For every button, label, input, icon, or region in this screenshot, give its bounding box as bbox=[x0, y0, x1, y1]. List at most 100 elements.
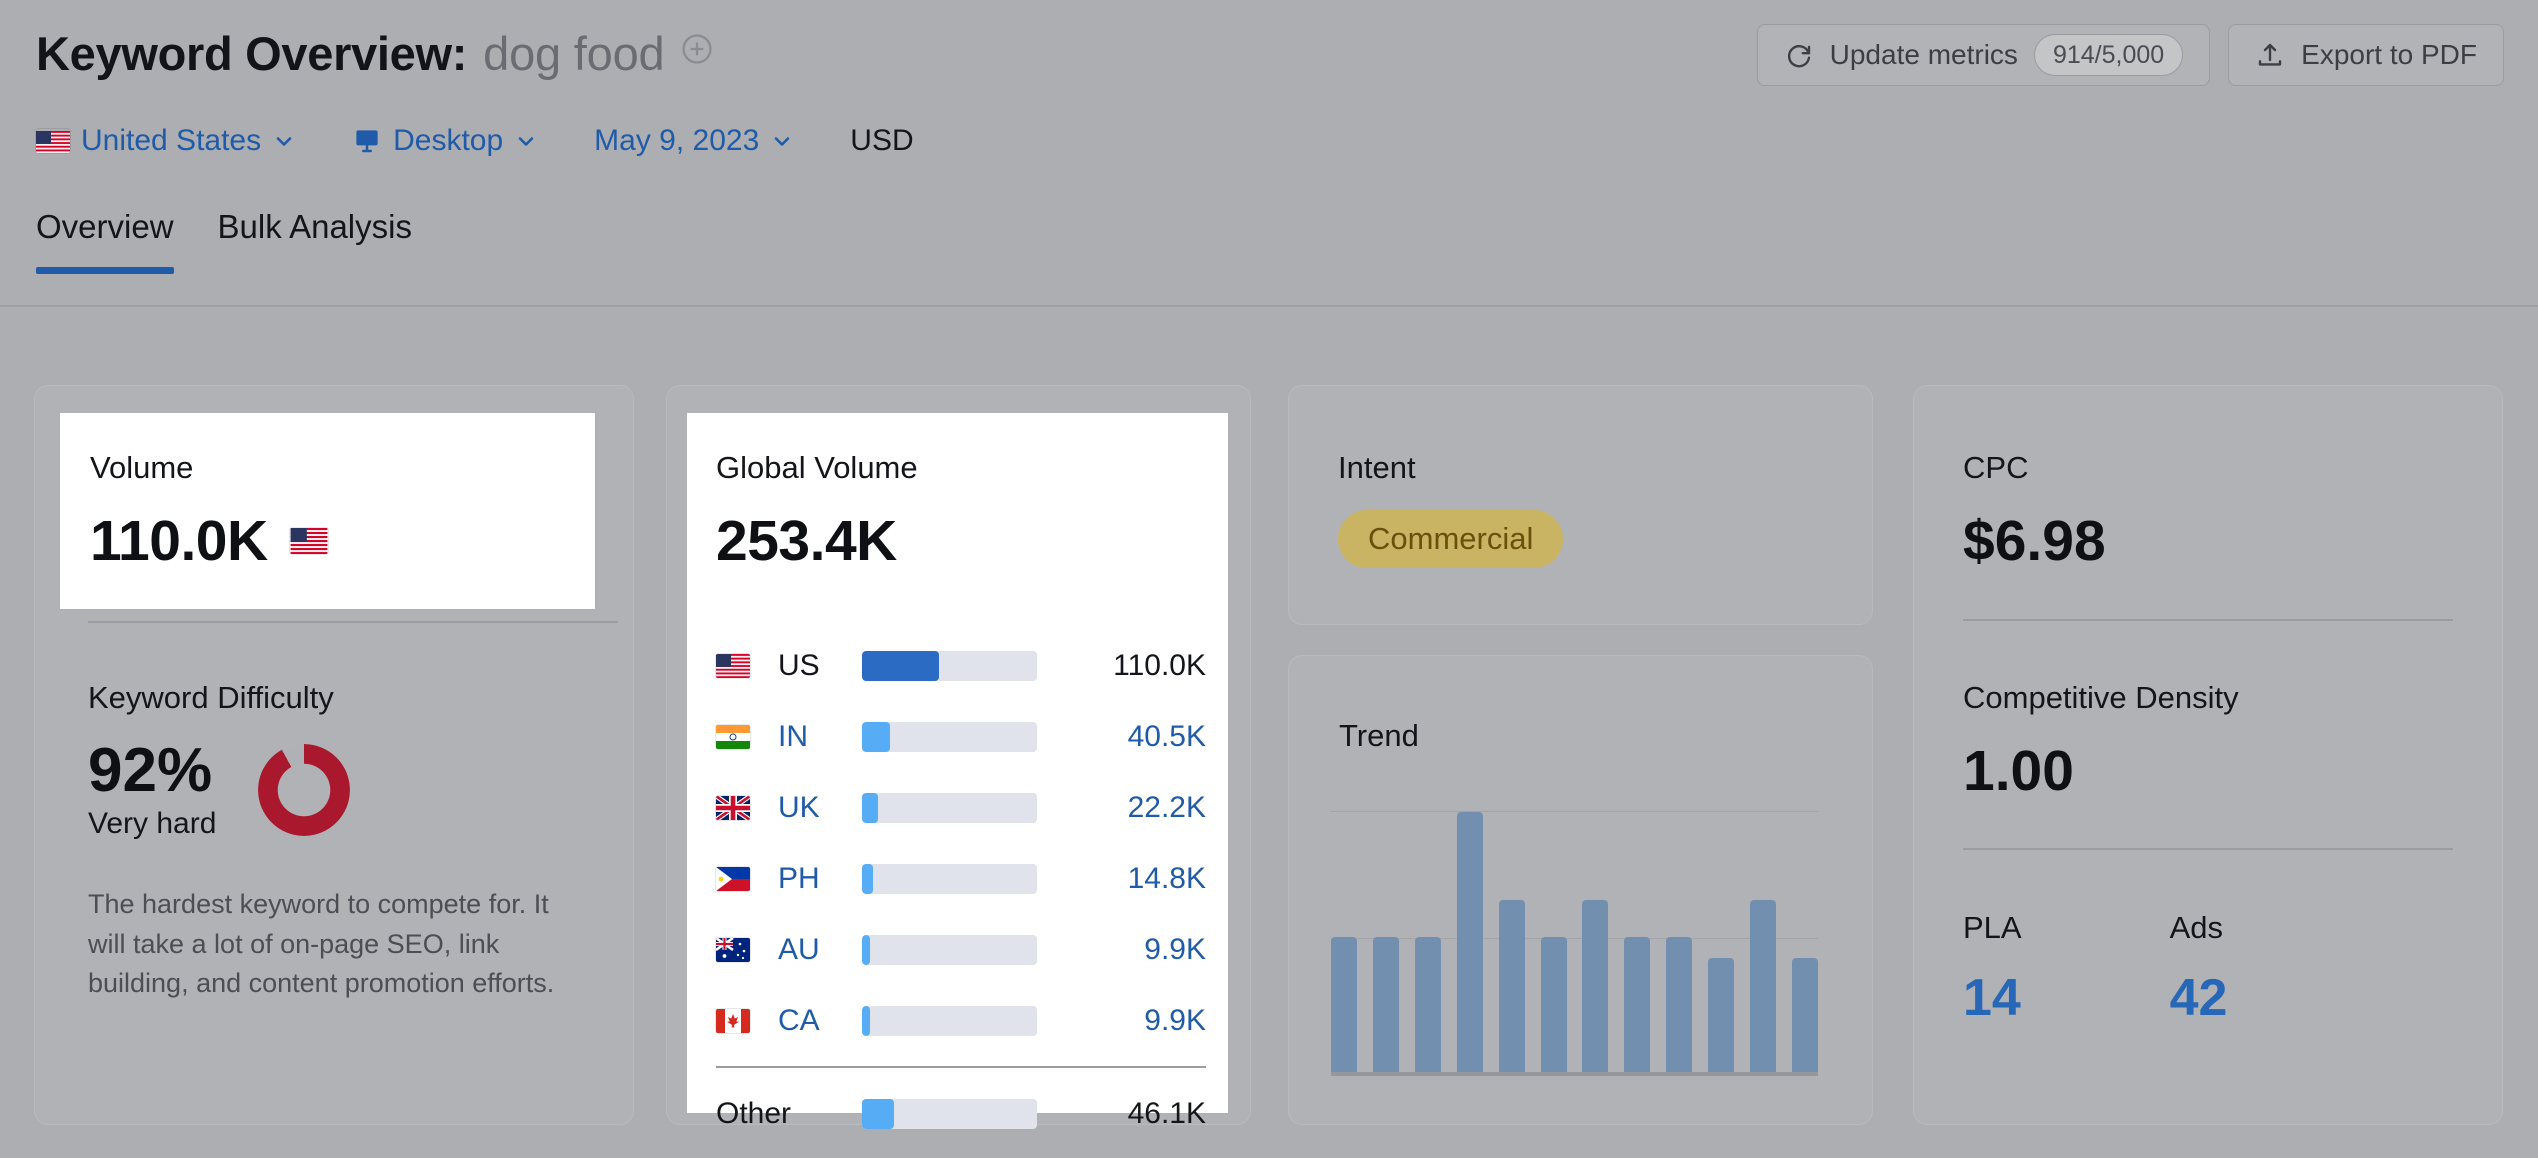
other-label: Other bbox=[716, 1097, 792, 1130]
page-header: Keyword Overview: dog food Update metric… bbox=[0, 0, 2538, 110]
trend-bar[interactable] bbox=[1666, 936, 1693, 1072]
global-volume-row[interactable]: UK 22.2K bbox=[716, 782, 1206, 834]
pla-label: PLA bbox=[1963, 910, 2022, 945]
keyword-difficulty-percent: 92% bbox=[88, 736, 213, 805]
trend-bar[interactable] bbox=[1456, 812, 1483, 1072]
volume-bar bbox=[862, 651, 1037, 681]
date-selector[interactable]: May 9, 2023 bbox=[594, 124, 794, 158]
ph-flag-icon bbox=[716, 867, 750, 891]
global-volume-row[interactable]: CA 9.9K bbox=[716, 995, 1206, 1047]
us-flag-icon bbox=[36, 129, 70, 153]
country-label: United States bbox=[81, 124, 262, 157]
trend-card[interactable]: Trend bbox=[1288, 655, 1873, 1125]
monitor-icon bbox=[352, 126, 382, 156]
keyword-difficulty-section: Keyword Difficulty 92% Very hard The har… bbox=[88, 680, 568, 1003]
date-label: May 9, 2023 bbox=[594, 124, 760, 157]
page-title: Keyword Overview: dog food bbox=[36, 26, 714, 81]
country-code: AU bbox=[778, 933, 820, 966]
global-volume-label: Global Volume bbox=[716, 450, 918, 485]
volume-bar bbox=[862, 935, 1037, 965]
tab-bulk-analysis[interactable]: Bulk Analysis bbox=[218, 208, 412, 274]
volume-value: 110.0K bbox=[90, 509, 268, 573]
us-flag-icon bbox=[716, 654, 750, 678]
us-flag-icon bbox=[290, 528, 328, 554]
competitive-density-section: Competitive Density 1.00 bbox=[1963, 680, 2239, 804]
cpc-value: $6.98 bbox=[1963, 509, 2106, 573]
pla-block: PLA 14 bbox=[1963, 910, 2022, 1028]
tab-bar: Overview Bulk Analysis bbox=[36, 208, 412, 274]
ads-label: Ads bbox=[2169, 910, 2224, 945]
export-to-pdf-button[interactable]: Export to PDF bbox=[2228, 24, 2504, 86]
tab-bulk-analysis-label: Bulk Analysis bbox=[217, 208, 412, 245]
intent-section: Intent Commercial bbox=[1338, 450, 1564, 568]
global-volume-country-list: US 110.0K IN 40.5K UK 22.2K PH 14.8K AU 9.9K CA 9.9… bbox=[716, 640, 1206, 1047]
country-volume-value: 22.2K bbox=[1127, 791, 1206, 824]
global-volume-row[interactable]: AU 9.9K bbox=[716, 924, 1206, 976]
volume-bar-fill bbox=[862, 722, 890, 752]
trend-bar[interactable] bbox=[1540, 936, 1567, 1072]
trend-label: Trend bbox=[1339, 718, 1419, 753]
cpc-label: CPC bbox=[1963, 450, 2029, 485]
global-volume-row[interactable]: US 110.0K bbox=[716, 640, 1206, 692]
global-volume-other: Other 46.1K bbox=[716, 1088, 1206, 1140]
volume-divider bbox=[88, 621, 618, 623]
ca-flag-icon bbox=[716, 1009, 750, 1033]
volume-section: Volume 110.0K bbox=[90, 450, 328, 574]
volume-bar bbox=[862, 722, 1037, 752]
country-volume-value: 110.0K bbox=[1113, 649, 1206, 682]
trend-bar[interactable] bbox=[1750, 900, 1777, 1072]
trend-bar[interactable] bbox=[1624, 936, 1651, 1072]
chart-axis-line bbox=[1331, 1072, 1818, 1076]
other-volume-bar bbox=[862, 1099, 1037, 1129]
country-code: US bbox=[778, 649, 820, 682]
volume-bar bbox=[862, 793, 1037, 823]
update-metrics-button[interactable]: Update metrics 914/5,000 bbox=[1756, 24, 2211, 86]
intent-status-badge: Commercial bbox=[1338, 510, 1564, 568]
chevron-down-icon bbox=[770, 129, 794, 153]
trend-bar[interactable] bbox=[1331, 936, 1357, 1072]
volume-bar-fill bbox=[862, 651, 939, 681]
global-volume-divider bbox=[716, 1066, 1206, 1068]
global-volume-row[interactable]: PH 14.8K bbox=[716, 853, 1206, 905]
currency-label: USD bbox=[850, 124, 913, 158]
update-metrics-label: Update metrics bbox=[1829, 39, 2018, 70]
trend-bar[interactable] bbox=[1372, 936, 1399, 1072]
volume-bar-fill bbox=[862, 793, 878, 823]
uk-flag-icon bbox=[716, 796, 750, 820]
chart-bars bbox=[1331, 786, 1818, 1072]
keyword-difficulty-rating: Very hard bbox=[88, 807, 217, 841]
trend-bar[interactable] bbox=[1498, 900, 1525, 1072]
intent-label: Intent bbox=[1338, 450, 1416, 485]
trend-bar[interactable] bbox=[1582, 900, 1609, 1072]
global-volume-value: 253.4K bbox=[716, 509, 897, 573]
global-volume-row[interactable]: IN 40.5K bbox=[716, 711, 1206, 763]
volume-bar-fill bbox=[862, 1006, 870, 1036]
keyword-difficulty-description: The hardest keyword to compete for. It w… bbox=[88, 889, 555, 998]
country-selector[interactable]: United States bbox=[36, 124, 296, 158]
pla-value: 14 bbox=[1963, 969, 2021, 1027]
trend-bar[interactable] bbox=[1708, 957, 1735, 1072]
au-flag-icon bbox=[716, 938, 750, 962]
tab-overview[interactable]: Overview bbox=[36, 208, 174, 274]
trend-bar[interactable] bbox=[1414, 936, 1441, 1072]
cpc-section: CPC $6.98 bbox=[1963, 450, 2106, 574]
trend-bar[interactable] bbox=[1791, 957, 1818, 1072]
volume-bar-fill bbox=[862, 864, 873, 894]
volume-bar-fill bbox=[862, 935, 870, 965]
plus-circle-icon[interactable] bbox=[680, 32, 714, 66]
page-title-keyword: dog food bbox=[483, 27, 665, 80]
trend-bar-chart bbox=[1331, 786, 1818, 1076]
country-code: PH bbox=[778, 862, 820, 895]
country-volume-value: 40.5K bbox=[1127, 720, 1206, 753]
country-code: CA bbox=[778, 1004, 820, 1037]
keyword-difficulty-label: Keyword Difficulty bbox=[88, 680, 334, 715]
competitive-density-label: Competitive Density bbox=[1963, 680, 2239, 715]
volume-label: Volume bbox=[90, 450, 194, 485]
device-selector[interactable]: Desktop bbox=[352, 124, 538, 158]
tab-divider bbox=[0, 305, 2538, 307]
keyword-difficulty-donut-chart bbox=[258, 743, 351, 836]
country-code: IN bbox=[778, 720, 808, 753]
other-volume-value: 46.1K bbox=[1127, 1097, 1206, 1130]
global-volume-other-row: Other 46.1K bbox=[716, 1088, 1206, 1140]
device-label: Desktop bbox=[393, 124, 504, 157]
